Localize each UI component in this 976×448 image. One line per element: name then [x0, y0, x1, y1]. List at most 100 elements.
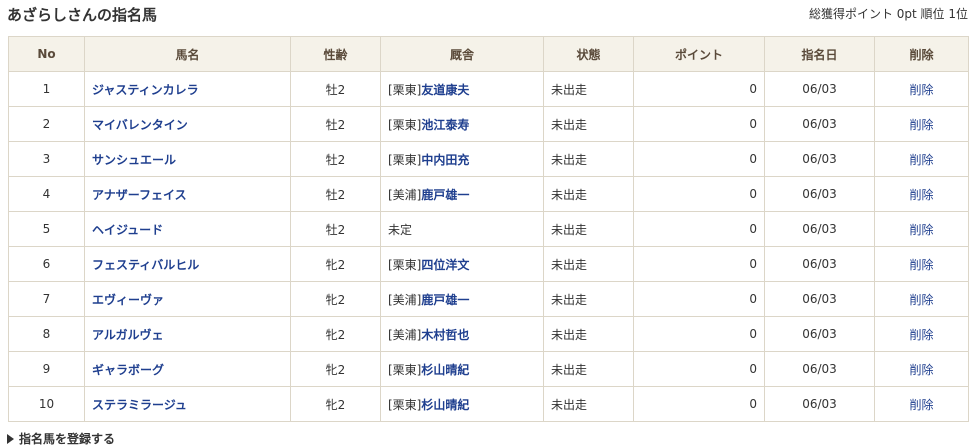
- points-value: 0: [633, 106, 765, 142]
- register-horse-label: 指名馬を登録する: [19, 432, 116, 446]
- horse-name-cell: ヘイジュード: [84, 211, 291, 247]
- race-status: 未出走: [543, 106, 634, 142]
- horse-name-link[interactable]: アナザーフェイス: [92, 188, 187, 202]
- delete-cell: 削除: [874, 71, 969, 107]
- sex-age: 牝2: [290, 316, 381, 352]
- trainer-link[interactable]: 鹿戸雄一: [421, 293, 469, 307]
- delete-link[interactable]: 削除: [909, 118, 933, 132]
- delete-cell: 削除: [874, 386, 969, 422]
- points-value: 0: [633, 246, 765, 282]
- row-number: 4: [8, 176, 85, 212]
- stable-cell: [栗東]四位洋文: [380, 246, 544, 282]
- triangle-right-icon: [7, 433, 14, 444]
- stable-cell: [栗東]池江泰寿: [380, 106, 544, 142]
- horse-name-link[interactable]: ステラミラージュ: [92, 398, 187, 412]
- row-number: 7: [8, 281, 85, 317]
- nomination-date: 06/03: [764, 176, 875, 212]
- horse-name-cell: アナザーフェイス: [84, 176, 291, 212]
- stable-cell: [美浦]鹿戸雄一: [380, 176, 544, 212]
- trainer-link[interactable]: 木村哲也: [421, 328, 469, 342]
- row-number: 10: [8, 386, 85, 422]
- column-header: 馬名: [84, 36, 291, 72]
- horse-name-cell: サンシュエール: [84, 141, 291, 177]
- race-status: 未出走: [543, 316, 634, 352]
- row-number: 8: [8, 316, 85, 352]
- stable-cell: [美浦]木村哲也: [380, 316, 544, 352]
- horse-name-link[interactable]: ヘイジュード: [92, 223, 163, 237]
- race-status: 未出走: [543, 386, 634, 422]
- trainer-link[interactable]: 友道康夫: [421, 83, 469, 97]
- trainer-link[interactable]: 四位洋文: [421, 258, 469, 272]
- horse-name-cell: ジャスティンカレラ: [84, 71, 291, 107]
- delete-link[interactable]: 削除: [909, 328, 933, 342]
- stable-region: [栗東]: [388, 257, 422, 272]
- horse-name-link[interactable]: サンシュエール: [92, 153, 176, 167]
- table-row: 5 ヘイジュード 牡2 未定 未出走 0 06/03 削除: [8, 211, 969, 247]
- delete-link[interactable]: 削除: [909, 83, 933, 97]
- delete-link[interactable]: 削除: [909, 293, 933, 307]
- delete-link[interactable]: 削除: [909, 363, 933, 377]
- points-value: 0: [633, 386, 765, 422]
- column-header: 状態: [543, 36, 634, 72]
- nomination-date: 06/03: [764, 246, 875, 282]
- horse-name-link[interactable]: マイバレンタイン: [92, 118, 188, 132]
- stable-cell: [栗東]杉山晴紀: [380, 351, 544, 387]
- table-row: 4 アナザーフェイス 牡2 [美浦]鹿戸雄一 未出走 0 06/03 削除: [8, 176, 969, 212]
- stable-undecided: 未定: [388, 222, 413, 237]
- sex-age: 牝2: [290, 281, 381, 317]
- horse-name-cell: ステラミラージュ: [84, 386, 291, 422]
- row-number: 5: [8, 211, 85, 247]
- delete-link[interactable]: 削除: [909, 398, 933, 412]
- stable-region: [美浦]: [388, 292, 422, 307]
- row-number: 9: [8, 351, 85, 387]
- stable-region: [栗東]: [388, 397, 422, 412]
- horse-name-link[interactable]: エヴィーヴァ: [92, 293, 164, 307]
- table-row: 2 マイバレンタイン 牡2 [栗東]池江泰寿 未出走 0 06/03 削除: [8, 106, 969, 142]
- delete-cell: 削除: [874, 351, 969, 387]
- stable-region: [栗東]: [388, 152, 422, 167]
- delete-link[interactable]: 削除: [909, 258, 933, 272]
- horse-name-cell: マイバレンタイン: [84, 106, 291, 142]
- delete-link[interactable]: 削除: [909, 153, 933, 167]
- delete-link[interactable]: 削除: [909, 188, 933, 202]
- nomination-date: 06/03: [764, 316, 875, 352]
- stable-region: [美浦]: [388, 327, 422, 342]
- horse-name-cell: ギャラボーグ: [84, 351, 291, 387]
- horse-name-link[interactable]: ジャスティンカレラ: [92, 83, 199, 97]
- sex-age: 牝2: [290, 351, 381, 387]
- sex-age: 牡2: [290, 176, 381, 212]
- sex-age: 牝2: [290, 386, 381, 422]
- points-value: 0: [633, 211, 765, 247]
- nomination-date: 06/03: [764, 141, 875, 177]
- trainer-link[interactable]: 杉山晴紀: [421, 363, 469, 377]
- horse-name-link[interactable]: アルガルヴェ: [92, 328, 164, 342]
- delete-cell: 削除: [874, 246, 969, 282]
- trainer-link[interactable]: 池江泰寿: [421, 118, 469, 132]
- row-number: 6: [8, 246, 85, 282]
- race-status: 未出走: [543, 281, 634, 317]
- race-status: 未出走: [543, 71, 634, 107]
- stable-cell: [栗東]杉山晴紀: [380, 386, 544, 422]
- delete-cell: 削除: [874, 281, 969, 317]
- table-row: 10 ステラミラージュ 牝2 [栗東]杉山晴紀 未出走 0 06/03 削除: [8, 386, 969, 422]
- delete-link[interactable]: 削除: [909, 223, 933, 237]
- delete-cell: 削除: [874, 176, 969, 212]
- table-row: 3 サンシュエール 牡2 [栗東]中内田充 未出走 0 06/03 削除: [8, 141, 969, 177]
- stable-cell: 未定: [380, 211, 544, 247]
- horse-name-link[interactable]: ギャラボーグ: [92, 363, 164, 377]
- stable-cell: [栗東]中内田充: [380, 141, 544, 177]
- table-row: 1 ジャスティンカレラ 牡2 [栗東]友道康夫 未出走 0 06/03 削除: [8, 71, 969, 107]
- trainer-link[interactable]: 杉山晴紀: [421, 398, 469, 412]
- register-horse-toggle[interactable]: 指名馬を登録する: [7, 430, 115, 447]
- delete-cell: 削除: [874, 211, 969, 247]
- horse-name-link[interactable]: フェスティバルヒル: [92, 258, 199, 272]
- trainer-link[interactable]: 鹿戸雄一: [421, 188, 469, 202]
- nomination-date: 06/03: [764, 351, 875, 387]
- row-number: 3: [8, 141, 85, 177]
- trainer-link[interactable]: 中内田充: [421, 153, 469, 167]
- stable-region: [栗東]: [388, 362, 422, 377]
- page-title: あざらしさんの指名馬: [7, 6, 158, 24]
- nomination-date: 06/03: [764, 211, 875, 247]
- race-status: 未出走: [543, 176, 634, 212]
- column-header: 指名日: [764, 36, 875, 72]
